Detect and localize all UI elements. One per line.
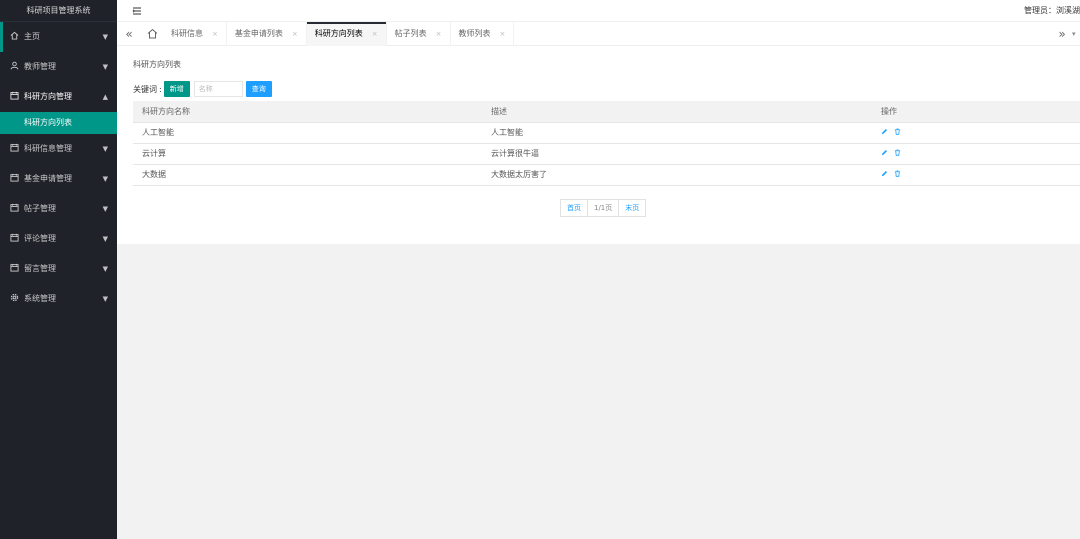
sidebar-item-fund[interactable]: 基金申请管理 ▼ (0, 164, 117, 194)
sidebar-item-home[interactable]: 主页 ▼ (0, 22, 117, 52)
edit-icon[interactable] (881, 149, 888, 156)
sidebar-item-label: 科研信息管理 (24, 144, 72, 153)
tab-home-icon[interactable] (143, 22, 163, 46)
sidebar-item-label: 帖子管理 (24, 204, 56, 213)
cell-description: 云计算很牛逼 (482, 143, 872, 165)
sidebar-item-research-info[interactable]: 科研信息管理 ▼ (0, 134, 117, 164)
table-row: 大数据 大数据太厉害了 (133, 164, 1080, 186)
delete-icon[interactable] (894, 128, 901, 135)
caret-up-icon: ▲ (102, 93, 108, 101)
content-panel: 科研方向列表 关键词: 新增 查询 科研方向名称 描述 操作 人工智能 人工智能 (117, 46, 1080, 244)
pager-last-page[interactable]: 末页 (619, 200, 645, 216)
app-logo-title: 科研项目管理系统 (0, 0, 117, 22)
sidebar-item-label: 教师管理 (24, 62, 56, 71)
tab-scroll-right-icon[interactable]: » (1052, 22, 1072, 46)
calendar-icon (10, 233, 19, 242)
calendar-icon (10, 91, 19, 100)
calendar-icon (10, 143, 19, 152)
name-search-input[interactable] (193, 81, 243, 97)
sidebar-item-system[interactable]: 系统管理 ▼ (0, 284, 117, 314)
edit-icon[interactable] (881, 128, 888, 135)
page-tabs: 科研信息 × 基金申请列表 × 科研方向列表 × 帖子列表 × 教师列表 × (163, 22, 515, 46)
sidebar-item-label: 基金申请管理 (24, 174, 72, 183)
tab-post-list[interactable]: 帖子列表 × (387, 22, 451, 46)
caret-down-icon: ▼ (102, 33, 108, 41)
tab-fund-list[interactable]: 基金申请列表 × (227, 22, 307, 46)
sidebar-item-label: 评论管理 (24, 234, 56, 243)
column-header-actions: 操作 (872, 101, 1080, 123)
sidebar-item-research-direction[interactable]: 科研方向管理 ▲ (0, 82, 117, 112)
direction-table: 科研方向名称 描述 操作 人工智能 人工智能 云计算 云计算很牛逼 大数据 大数… (133, 101, 1080, 186)
top-header: 管理员：浏溪湖 (117, 0, 1080, 22)
cell-name: 人工智能 (133, 122, 482, 144)
tab-teacher-list[interactable]: 教师列表 × (451, 22, 515, 46)
caret-down-icon: ▼ (102, 145, 108, 153)
sidebar: 科研项目管理系统 主页 ▼ 教师管理 ▼ 科研方向管理 ▲ 科研方向列表 科研信… (0, 0, 117, 539)
caret-down-icon: ▼ (102, 63, 108, 71)
cell-actions (872, 122, 1080, 144)
close-icon[interactable]: × (212, 30, 218, 38)
search-toolbar: 关键词: 新增 查询 (133, 81, 272, 97)
tabs-bar: « 科研信息 × 基金申请列表 × 科研方向列表 × 帖子列表 × 教师列表 × » ▾ (117, 22, 1080, 46)
home-icon (10, 31, 19, 40)
tab-menu-chevron-down-icon[interactable]: ▾ (1072, 22, 1080, 46)
pager-page-info: 1/1页 (588, 200, 620, 216)
caret-down-icon: ▼ (102, 265, 108, 273)
close-icon[interactable]: × (500, 30, 506, 38)
close-icon[interactable]: × (372, 30, 378, 38)
cell-description: 大数据太厉害了 (482, 164, 872, 186)
gear-icon (10, 293, 19, 302)
caret-down-icon: ▼ (102, 235, 108, 243)
caret-down-icon: ▼ (102, 295, 108, 303)
table-row: 云计算 云计算很牛逼 (133, 143, 1080, 165)
sidebar-item-label: 主页 (24, 32, 40, 41)
sidebar-item-teacher[interactable]: 教师管理 ▼ (0, 52, 117, 82)
table-header-row: 科研方向名称 描述 操作 (133, 101, 1080, 123)
query-button[interactable]: 查询 (245, 81, 272, 97)
admin-user-label[interactable]: 管理员：浏溪湖 (1024, 0, 1080, 22)
sidebar-item-label: 留言管理 (24, 264, 56, 273)
pager-first-page[interactable]: 首页 (561, 200, 588, 216)
edit-icon[interactable] (881, 170, 888, 177)
caret-down-icon: ▼ (102, 205, 108, 213)
sidebar-toggle-icon[interactable] (131, 5, 143, 17)
sidebar-submenu: 科研方向列表 (0, 112, 117, 134)
cell-name: 云计算 (133, 143, 482, 165)
delete-icon[interactable] (894, 170, 901, 177)
column-header-name: 科研方向名称 (133, 101, 482, 123)
calendar-icon (10, 173, 19, 182)
sidebar-item-comments[interactable]: 评论管理 ▼ (0, 224, 117, 254)
close-icon[interactable]: × (292, 30, 298, 38)
cell-description: 人工智能 (482, 122, 872, 144)
calendar-icon (10, 203, 19, 212)
column-header-description: 描述 (482, 101, 872, 123)
add-button[interactable]: 新增 (163, 81, 190, 97)
cell-actions (872, 164, 1080, 186)
breadcrumb: 科研方向列表 (133, 60, 181, 69)
delete-icon[interactable] (894, 149, 901, 156)
sidebar-subitem-direction-list[interactable]: 科研方向列表 (0, 112, 117, 134)
pagination: 首页 1/1页 末页 (560, 199, 647, 217)
cell-name: 大数据 (133, 164, 482, 186)
table-row: 人工智能 人工智能 (133, 122, 1080, 144)
user-icon (10, 61, 19, 70)
sidebar-item-label: 科研方向管理 (24, 92, 72, 101)
keyword-label: 关键词 (133, 84, 157, 94)
close-icon[interactable]: × (436, 30, 442, 38)
tab-direction-list[interactable]: 科研方向列表 × (306, 22, 387, 46)
caret-down-icon: ▼ (102, 175, 108, 183)
sidebar-item-label: 系统管理 (24, 294, 56, 303)
calendar-icon (10, 263, 19, 272)
tab-research-info[interactable]: 科研信息 × (163, 22, 227, 46)
sidebar-item-posts[interactable]: 帖子管理 ▼ (0, 194, 117, 224)
tab-scroll-left-icon[interactable]: « (119, 22, 139, 46)
sidebar-item-messages[interactable]: 留言管理 ▼ (0, 254, 117, 284)
cell-actions (872, 143, 1080, 165)
